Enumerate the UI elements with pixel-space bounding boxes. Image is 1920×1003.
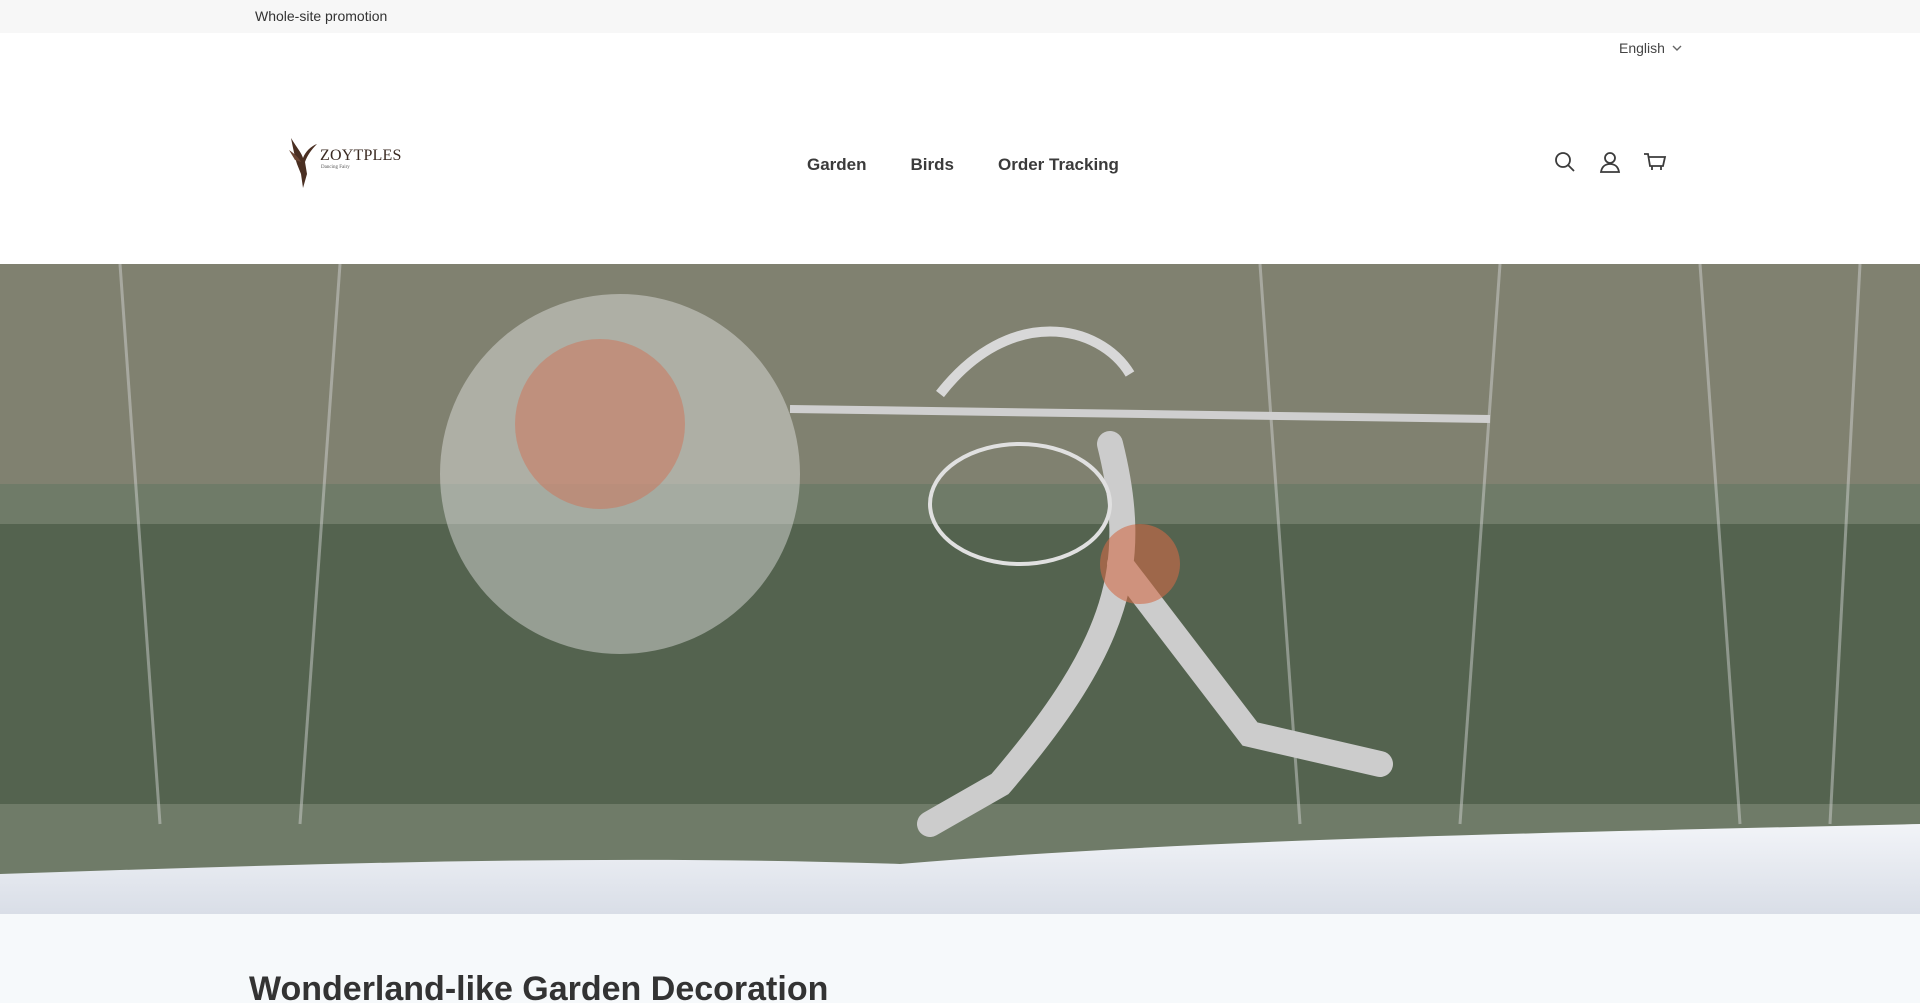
- section-title: Wonderland-like Garden Decoration: [249, 970, 828, 1003]
- hero-banner[interactable]: [0, 264, 1920, 914]
- logo-tagline: Dancing Fairy: [321, 165, 350, 170]
- fairy-logo-icon: [289, 138, 317, 188]
- account-icon[interactable]: [1598, 150, 1622, 174]
- header-icons: [1553, 150, 1667, 174]
- nav-item-garden[interactable]: Garden: [807, 155, 867, 175]
- section-title-text: Wonderland-like Garden Decoration: [249, 970, 829, 1003]
- nav-item-order-tracking[interactable]: Order Tracking: [998, 155, 1119, 175]
- announcement-text: Whole-site promotion: [255, 8, 388, 24]
- language-selector[interactable]: English: [1619, 40, 1683, 56]
- main-nav: Garden Birds Order Tracking: [807, 155, 1119, 175]
- site-logo[interactable]: ZOYTPLES Dancing Fairy: [285, 134, 401, 190]
- language-label: English: [1619, 40, 1665, 56]
- cart-icon[interactable]: [1643, 150, 1667, 174]
- announcement-bar: Whole-site promotion: [0, 0, 1920, 33]
- nav-item-birds[interactable]: Birds: [911, 155, 954, 175]
- hero-image: [0, 264, 1920, 914]
- chevron-down-icon: [1672, 45, 1682, 51]
- search-icon[interactable]: [1553, 150, 1577, 174]
- logo-brand: ZOYTPLES: [320, 147, 402, 164]
